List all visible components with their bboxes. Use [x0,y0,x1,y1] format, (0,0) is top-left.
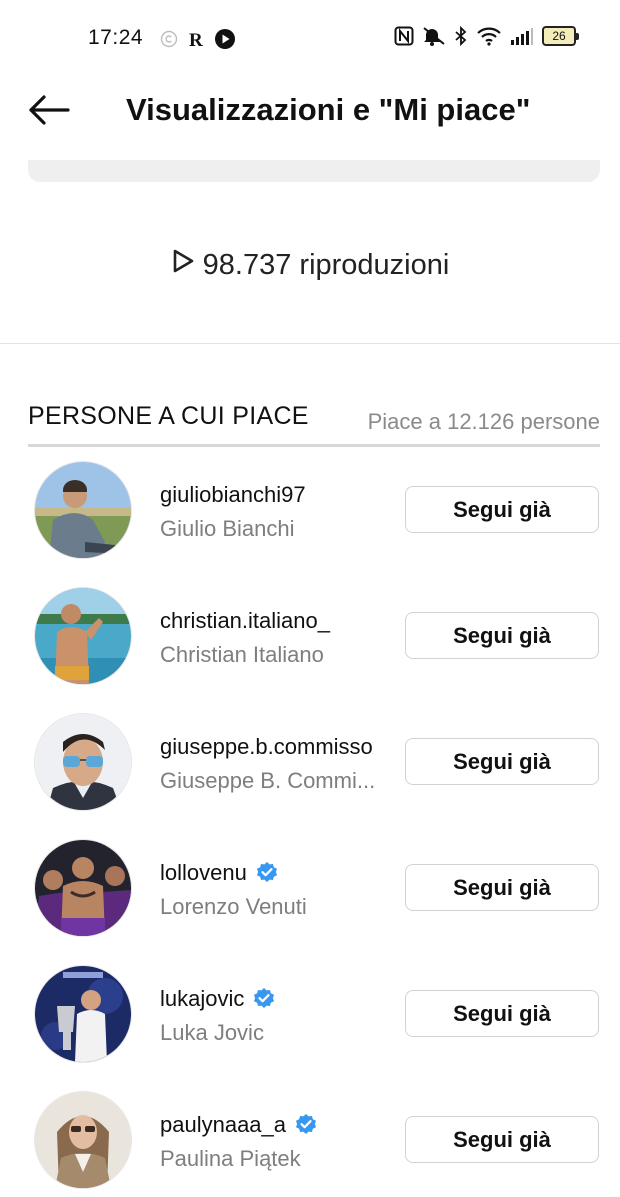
arrow-left-icon [28,94,70,130]
plays-count: 98.737 riproduzioni [202,248,450,281]
username[interactable]: christian.italiano_ [160,608,330,634]
username[interactable]: paulynaaa_a [160,1112,286,1138]
list-item[interactable]: lollovenu Lorenzo Venuti Segui già [0,838,620,938]
avatar[interactable] [35,966,131,1062]
full-name: Giuseppe B. Commi... [160,768,376,793]
full-name: Lorenzo Venuti [160,894,307,919]
page-title: Visualizzazioni e "Mi piace" [126,92,531,127]
divider [0,343,620,344]
battery-indicator: 26 [542,26,579,46]
status-bar: 17:24 R 26 [0,0,620,80]
verified-badge-icon [252,987,276,1011]
wifi-icon [476,26,502,46]
status-left-icons: R [160,28,236,50]
avatar[interactable] [35,840,131,936]
username[interactable]: lollovenu [160,860,247,886]
play-outline-icon [171,248,195,282]
following-button[interactable]: Segui già [405,738,599,785]
username[interactable]: giuliobianchi97 [160,482,306,508]
avatar[interactable] [35,462,131,558]
list-item[interactable]: lukajovic Luka Jovic Segui già [0,964,620,1064]
header: Visualizzazioni e "Mi piace" [0,80,620,150]
username-line: christian.italiano_ [160,608,330,634]
avatar[interactable] [35,588,131,684]
status-time: 17:24 [88,26,144,49]
following-button[interactable]: Segui già [405,1116,599,1163]
username-line: giuseppe.b.commisso [160,734,373,760]
tab-underline [28,444,600,447]
plays-summary: 98.737 riproduzioni [0,248,620,282]
username-line: paulynaaa_a [160,1112,318,1138]
likes-count: Piace a 12.126 persone [367,409,600,434]
likes-title: PERSONE A CUI PIACE [28,402,309,430]
mute-icon [422,26,446,46]
verified-badge-icon [255,861,279,885]
following-button[interactable]: Segui già [405,486,599,533]
full-name: Paulina Piątek [160,1146,301,1171]
following-button[interactable]: Segui già [405,990,599,1037]
verified-badge-icon [294,1113,318,1137]
full-name: Giulio Bianchi [160,516,295,541]
bluetooth-icon [454,26,468,46]
following-button[interactable]: Segui già [405,864,599,911]
play-circle-icon [214,28,236,50]
nfc-icon [394,26,414,46]
username-line: giuliobianchi97 [160,482,306,508]
username[interactable]: giuseppe.b.commisso [160,734,373,760]
back-button[interactable] [26,92,72,132]
status-right-icons: 26 [394,26,579,46]
copyright-circle-icon [160,30,178,48]
list-item[interactable]: paulynaaa_a Paulina Piątek Segui già [0,1090,620,1190]
signal-icon [510,26,534,46]
list-item[interactable]: christian.italiano_ Christian Italiano S… [0,586,620,686]
username-line: lollovenu [160,860,279,886]
avatar[interactable] [35,714,131,810]
avatar[interactable] [35,1092,131,1188]
full-name: Luka Jovic [160,1020,264,1045]
r-app-icon: R [188,29,204,49]
username[interactable]: lukajovic [160,986,244,1012]
list-item[interactable]: giuliobianchi97 Giulio Bianchi Segui già [0,460,620,560]
list-item[interactable]: giuseppe.b.commisso Giuseppe B. Commi...… [0,712,620,812]
battery-level: 26 [552,29,566,43]
full-name: Christian Italiano [160,642,324,667]
following-button[interactable]: Segui già [405,612,599,659]
svg-text:R: R [189,30,203,49]
username-line: lukajovic [160,986,276,1012]
